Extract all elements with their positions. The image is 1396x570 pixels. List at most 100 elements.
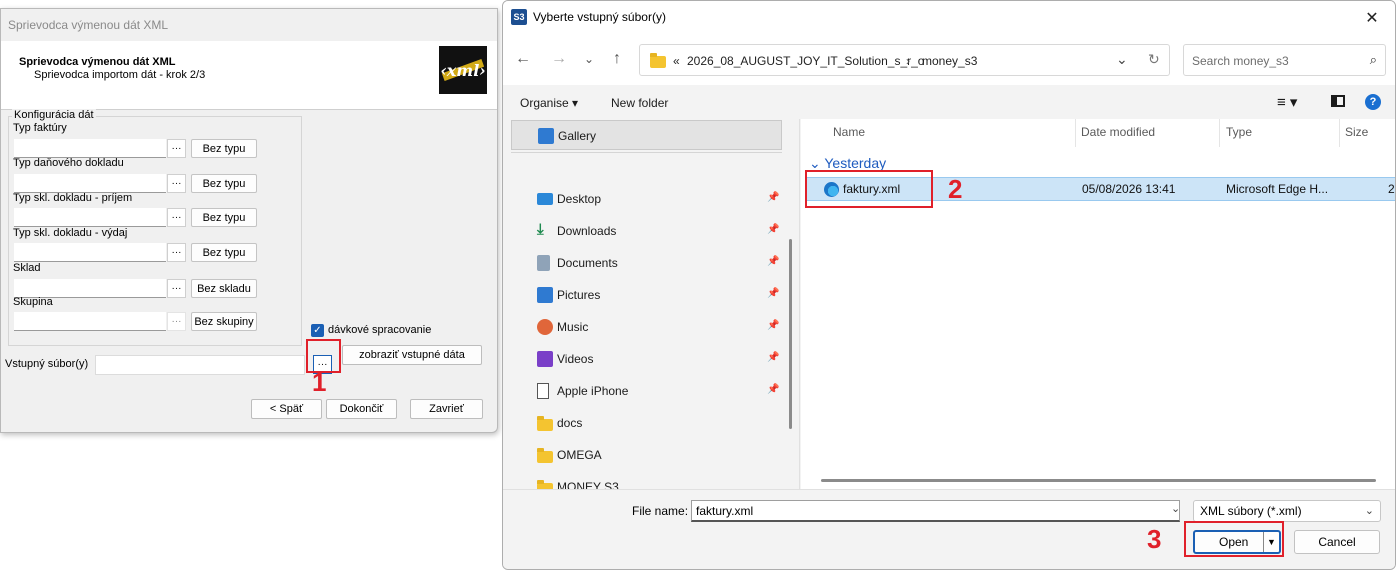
column-separator[interactable] (1339, 119, 1340, 147)
file-name-label: File name: (632, 504, 689, 518)
column-separator[interactable] (1219, 119, 1220, 147)
batch-checkbox[interactable]: ✓ (311, 324, 324, 337)
annotation-number-2: 2 (948, 174, 963, 204)
nav-item-label: Pictures (557, 288, 601, 302)
column-header-date[interactable]: Date modified (1081, 125, 1155, 139)
documents-icon (537, 255, 550, 271)
forward-arrow-icon[interactable]: → (549, 49, 569, 69)
nav-item-documents[interactable]: Documents 📌 (511, 248, 782, 278)
field-button-tax-doc-type[interactable]: Bez typu (191, 174, 257, 193)
nav-item-label: Downloads (557, 224, 617, 238)
annotation-box-3 (1184, 521, 1284, 557)
nav-item-videos[interactable]: Videos 📌 (511, 344, 782, 374)
file-name-dropdown-icon[interactable]: ⌄ (1171, 502, 1180, 515)
pin-icon: 📌 (767, 320, 780, 331)
wizard-header: Sprievodca výmenou dát XML Sprievodca im… (1, 41, 497, 110)
file-date: 05/08/2026 13:41 (1082, 182, 1176, 196)
dialog-navbar: ← → ⌄ ↑ « 2026_08_AUGUST_JOY_IT_Solution… (503, 35, 1395, 85)
recent-chevron-down-icon[interactable]: ⌄ (579, 49, 599, 69)
nav-separator (511, 152, 782, 153)
file-type-chevron-icon: ⌄ (1364, 505, 1374, 517)
field-button-group[interactable]: Bez skupiny (191, 312, 257, 331)
nav-item-omega[interactable]: OMEGA (511, 440, 782, 470)
nav-item-label: Apple iPhone (557, 384, 629, 398)
pin-icon: 📌 (767, 384, 780, 395)
address-dropdown-chevron-icon[interactable]: ⌄ (1116, 51, 1128, 68)
wizard-header-title: Sprievodca výmenou dát XML (19, 56, 176, 68)
file-type-select[interactable]: XML súbory (*.xml) ⌄ (1193, 500, 1381, 522)
back-arrow-icon[interactable]: ← (513, 49, 533, 69)
nav-item-pictures[interactable]: Pictures 📌 (511, 280, 782, 310)
column-header-type[interactable]: Type (1226, 125, 1252, 139)
field-browse-warehouse[interactable]: ··· (167, 279, 186, 298)
input-file-field[interactable] (95, 355, 305, 375)
nav-item-label: OMEGA (557, 448, 602, 462)
music-icon (537, 319, 553, 335)
dialog-close-icon[interactable]: ✕ (1357, 5, 1387, 31)
search-box[interactable]: Search money_s3 ⌕ (1183, 44, 1386, 76)
new-folder-button[interactable]: New folder (611, 96, 668, 110)
close-button[interactable]: Zavrieť (410, 399, 483, 419)
preview-pane-icon[interactable] (1331, 95, 1345, 107)
nav-item-label: Music (557, 320, 589, 334)
field-input-stock-issue[interactable] (14, 243, 166, 262)
back-button[interactable]: < Späť (251, 399, 322, 419)
file-list-hscrollbar[interactable] (821, 479, 1376, 482)
folder-icon (537, 448, 553, 463)
field-browse-group[interactable]: ··· (167, 312, 186, 331)
cancel-button[interactable]: Cancel (1294, 530, 1380, 554)
finish-button[interactable]: Dokončiť (326, 399, 397, 419)
nav-item-label: docs (557, 416, 583, 430)
annotation-box-2 (805, 170, 933, 208)
field-label-tax-doc-type: Typ daňového dokladu (13, 157, 124, 169)
nav-scrollbar[interactable] (789, 239, 792, 429)
folder-icon (537, 416, 553, 431)
organise-menu[interactable]: Organise ▾ (520, 96, 578, 110)
field-input-invoice-type[interactable] (14, 139, 166, 158)
nav-item-label: Documents (557, 256, 618, 270)
view-options-icon[interactable]: ≡ ▾ (1277, 93, 1297, 111)
field-button-stock-receipt[interactable]: Bez typu (191, 208, 257, 227)
field-button-invoice-type[interactable]: Bez typu (191, 139, 257, 158)
address-bar[interactable]: « 2026_08_AUGUST_JOY_IT_Solution_s_r_o ›… (639, 44, 1170, 76)
nav-item-desktop[interactable]: Desktop 📌 (511, 184, 782, 214)
nav-item-music[interactable]: Music 📌 (511, 312, 782, 342)
column-header-size[interactable]: Size (1345, 125, 1368, 139)
nav-item-downloads[interactable]: ⤓ Downloads 📌 (511, 216, 782, 246)
file-open-dialog: S3 Vyberte vstupný súbor(y) ✕ ← → ⌄ ↑ « … (502, 0, 1396, 570)
nav-item-gallery[interactable]: Gallery (511, 120, 782, 150)
refresh-icon[interactable]: ↻ (1148, 51, 1160, 68)
field-button-stock-issue[interactable]: Bez typu (191, 243, 257, 262)
wizard-header-subtitle: Sprievodca importom dát - krok 2/3 (34, 69, 206, 81)
field-browse-tax-doc-type[interactable]: ··· (167, 174, 186, 193)
pin-icon: 📌 (767, 352, 780, 363)
desktop-icon (537, 193, 553, 205)
gallery-icon (538, 128, 554, 144)
field-button-warehouse[interactable]: Bez skladu (191, 279, 257, 298)
column-separator[interactable] (1075, 119, 1076, 147)
money-s3-app-icon: S3 (511, 9, 527, 25)
nav-item-apple-iphone[interactable]: Apple iPhone 📌 (511, 376, 782, 406)
nav-item-money-s3[interactable]: MONEY S3 (511, 472, 782, 489)
nav-item-docs[interactable]: docs (511, 408, 782, 438)
search-placeholder: Search money_s3 (1192, 54, 1289, 68)
field-input-stock-receipt[interactable] (14, 208, 166, 227)
field-input-tax-doc-type[interactable] (14, 174, 166, 193)
breadcrumb-current[interactable]: money_s3 (922, 54, 977, 68)
help-icon[interactable]: ? (1365, 94, 1381, 110)
field-browse-invoice-type[interactable]: ··· (167, 139, 186, 158)
file-name-input[interactable]: faktury.xml (691, 500, 1180, 522)
pin-icon: 📌 (767, 256, 780, 267)
show-data-button[interactable]: zobraziť vstupné dáta (342, 345, 482, 365)
column-header-name[interactable]: Name (833, 125, 865, 139)
navigation-pane: Gallery Desktop 📌 ⤓ Downloads 📌 Document… (503, 119, 801, 489)
field-label-warehouse: Sklad (13, 262, 41, 274)
breadcrumb-parent[interactable]: 2026_08_AUGUST_JOY_IT_Solution_s_r_o (687, 54, 924, 68)
address-overflow[interactable]: « (673, 54, 680, 68)
up-arrow-icon[interactable]: ↑ (607, 49, 627, 69)
field-input-group[interactable] (14, 312, 166, 331)
field-browse-stock-receipt[interactable]: ··· (167, 208, 186, 227)
search-icon: ⌕ (1369, 52, 1377, 67)
nav-item-label: Videos (557, 352, 594, 366)
field-browse-stock-issue[interactable]: ··· (167, 243, 186, 262)
